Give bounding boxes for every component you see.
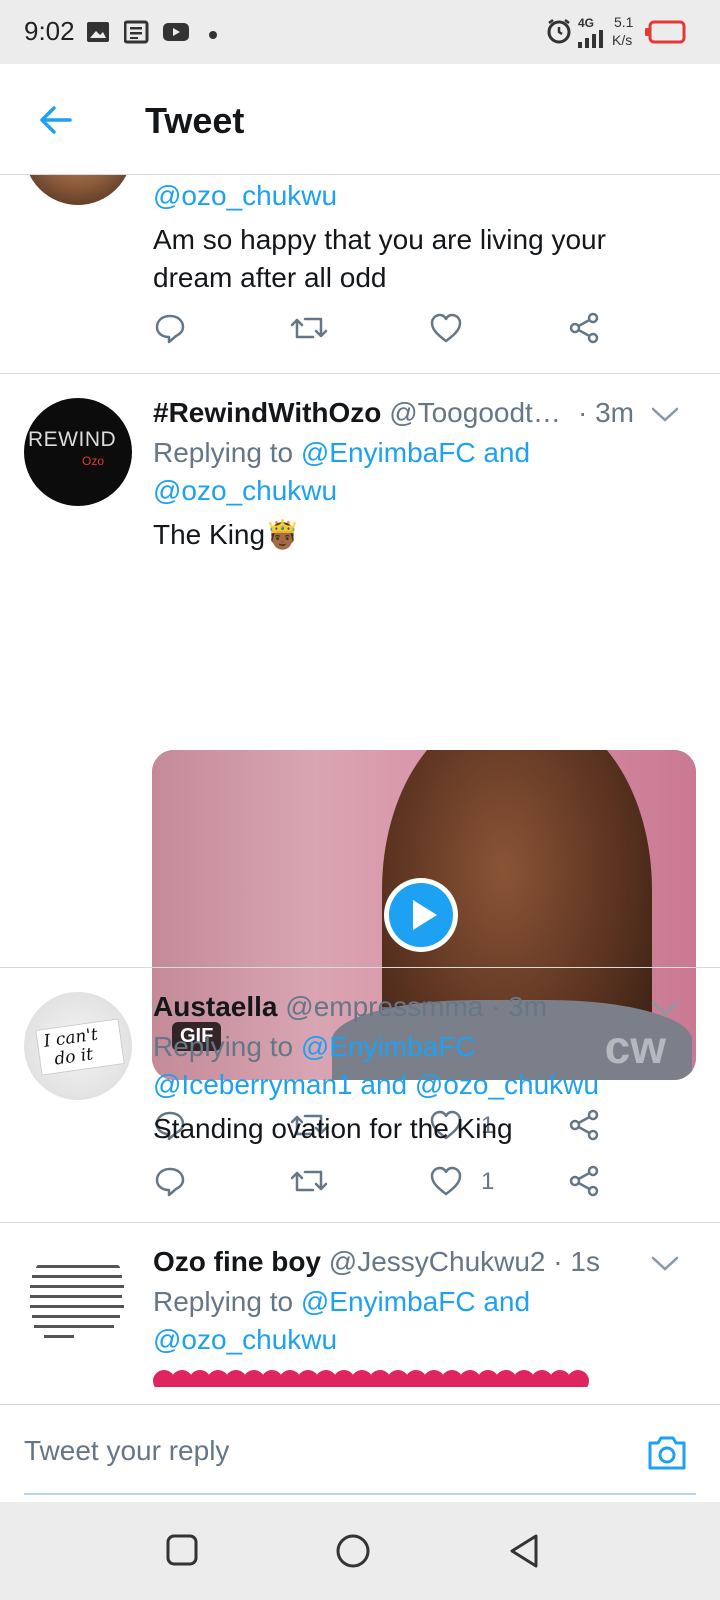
reply-mention[interactable]: @Iceberryman1 and @ozo_chukwu (153, 1066, 599, 1104)
system-nav-bar (0, 1502, 720, 1600)
tweet[interactable]: REWIND Ozo #RewindWithOzo @Toogoodt… · 3… (0, 374, 720, 1141)
tweet-feed[interactable]: @ozo_chukwu Am so happy that you are liv… (0, 175, 720, 1403)
back-triangle-icon[interactable] (506, 1532, 542, 1575)
prince-emoji-icon: 🤴🏾 (265, 519, 300, 550)
display-name[interactable]: #RewindWithOzo (153, 397, 381, 428)
reply-context: Replying to @EnyimbaFC (153, 1028, 476, 1066)
tweet-text: Am so happy that you are living your (153, 224, 606, 255)
retweet-icon[interactable] (289, 311, 329, 351)
reply-underline (24, 1493, 696, 1495)
tweet-header: #RewindWithOzo @Toogoodt… (153, 394, 561, 432)
reply-context: Replying to @EnyimbaFC and (153, 434, 530, 472)
timestamp: · 1s (553, 1246, 600, 1277)
tweet-text-body: The King (153, 519, 266, 550)
reply-mention[interactable]: @EnyimbaFC (301, 1031, 476, 1062)
reply-mention[interactable]: @ozo_chukwu (153, 177, 337, 215)
network-speed-unit: K/s (612, 32, 633, 48)
network-type: 4G (578, 16, 595, 30)
reply-icon[interactable] (153, 1164, 187, 1204)
reply-context: Replying to @EnyimbaFC and (153, 1283, 530, 1321)
camera-icon[interactable] (646, 1433, 688, 1473)
timestamp: · 3m (491, 991, 548, 1022)
display-name[interactable]: Austaella (153, 991, 278, 1022)
home-circle-icon[interactable] (334, 1532, 372, 1575)
youtube-icon (162, 20, 190, 49)
tweet[interactable]: Ozo fine boy @JessyChukwu2 · 1s Replying… (0, 1223, 720, 1403)
avatar-text-image (30, 1265, 124, 1338)
reply-icon[interactable] (153, 311, 187, 351)
like-icon[interactable]: 1 (429, 1164, 494, 1204)
alarm-icon (546, 18, 572, 49)
avatar[interactable]: REWIND Ozo (24, 398, 132, 506)
avatar-subtext: Ozo (82, 454, 105, 468)
retweet-icon[interactable] (289, 1164, 329, 1204)
play-button-icon[interactable] (382, 876, 460, 959)
chevron-down-icon[interactable] (650, 404, 680, 424)
tweet[interactable]: I can't do it Austaella @empressmma · 3m… (0, 968, 720, 1222)
tweet-text: The King🤴🏾 (153, 516, 300, 554)
tweet-text: dream after all odd (153, 262, 387, 293)
reply-mention[interactable]: @EnyimbaFC and (301, 437, 530, 468)
heart-emoji-row (152, 1367, 592, 1387)
like-icon[interactable] (429, 311, 463, 351)
status-time: 9:02 (24, 16, 75, 46)
handle[interactable]: @JessyChukwu2 (329, 1246, 546, 1277)
tweet[interactable]: @ozo_chukwu Am so happy that you are liv… (0, 175, 720, 375)
tweet-actions: 1 (153, 1164, 633, 1204)
dot-icon (208, 27, 218, 45)
avatar[interactable] (24, 1247, 132, 1355)
avatar-card: I can't do it (35, 1018, 125, 1076)
handle[interactable]: @Toogoodt… (389, 397, 561, 428)
share-icon[interactable] (567, 311, 601, 351)
reply-mention[interactable]: @ozo_chukwu (153, 472, 337, 510)
handle[interactable]: @empressmma (285, 991, 483, 1022)
reply-prefix: Replying to (153, 437, 294, 468)
image-icon (86, 20, 110, 49)
tweet-text: Standing ovation for the King (153, 1113, 513, 1144)
tweet-header: Austaella @empressmma · 3m (153, 988, 547, 1026)
share-icon[interactable] (567, 1164, 601, 1204)
network-speed-value: 5.1 (614, 14, 634, 30)
avatar[interactable] (24, 175, 132, 205)
app-bar: Tweet (0, 64, 720, 175)
page-title: Tweet (145, 100, 245, 141)
avatar[interactable]: I can't do it (24, 992, 132, 1100)
back-arrow-icon[interactable] (36, 100, 76, 140)
reply-mention[interactable]: @EnyimbaFC and (301, 1286, 530, 1317)
reply-mention[interactable]: @ozo_chukwu (153, 1321, 337, 1359)
chevron-down-icon[interactable] (650, 1253, 680, 1273)
tweet-actions (153, 311, 633, 351)
tweet-header: Ozo fine boy @JessyChukwu2 · 1s (153, 1243, 600, 1281)
display-name[interactable]: Ozo fine boy (153, 1246, 321, 1277)
timestamp: · 3m (578, 397, 634, 428)
avatar-text: do it (53, 1044, 95, 1070)
signal-icon (578, 30, 608, 53)
news-icon (123, 20, 150, 49)
like-count: 1 (481, 1168, 495, 1195)
status-bar: 9:02 4G 5.1 K/s (0, 0, 720, 64)
battery-icon (644, 20, 686, 49)
reply-prefix: Replying to (153, 1286, 294, 1317)
reply-prefix: Replying to (153, 1031, 294, 1062)
recents-square-icon[interactable] (164, 1532, 200, 1573)
avatar-text: REWIND (28, 428, 117, 451)
reply-input[interactable]: Tweet your reply (24, 1435, 229, 1467)
chevron-down-icon[interactable] (650, 998, 680, 1018)
reply-composer[interactable]: Tweet your reply (0, 1404, 720, 1503)
